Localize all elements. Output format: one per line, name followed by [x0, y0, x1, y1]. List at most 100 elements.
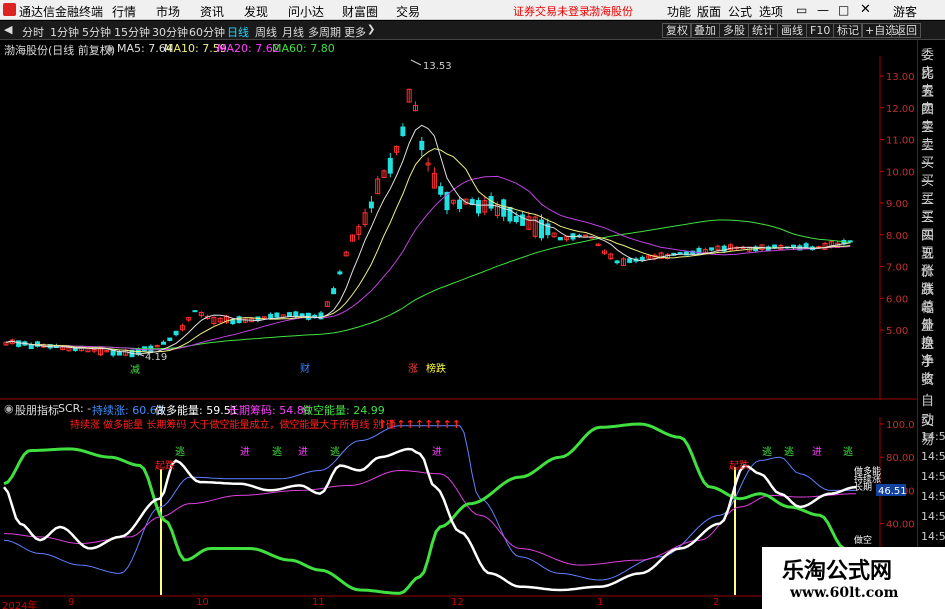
- candle-body: [16, 340, 22, 347]
- btn-huaxian[interactable]: 画线: [777, 23, 807, 38]
- candle-body: [476, 199, 481, 214]
- val-zuoduonengliang: 做多能量: 59.51: [155, 404, 238, 417]
- menu-gongshi[interactable]: 公式: [728, 3, 752, 20]
- event-rise[interactable]: 涨: [408, 363, 418, 375]
- price-tick-label: 8.00: [886, 231, 908, 242]
- minimize-icon[interactable]: ▭: [796, 3, 807, 17]
- candle-body: [287, 312, 292, 317]
- indicator-formula: SCR: -: [58, 402, 92, 415]
- candle-body: [639, 256, 645, 261]
- more-chevron-icon[interactable]: ❯: [367, 24, 375, 35]
- candle-body: [337, 271, 343, 275]
- candle-body: [167, 337, 173, 341]
- signal-label: 逃: [330, 445, 340, 458]
- indicator-tick-label: 100.0: [886, 420, 915, 431]
- candle-body: [614, 260, 620, 264]
- candle-body: [709, 247, 715, 251]
- period-5min[interactable]: 5分钟: [82, 24, 111, 40]
- period-fenshi[interactable]: 分时: [22, 24, 44, 40]
- candle-body: [400, 126, 406, 137]
- title-stock-name: 渤海股份: [589, 5, 633, 18]
- event-fall-list[interactable]: 榜跌: [426, 362, 446, 375]
- candle-body: [627, 258, 633, 263]
- period-monthly[interactable]: 月线: [282, 24, 304, 40]
- menu-banmian[interactable]: 版面: [697, 3, 721, 20]
- high-price-label: 13.53: [423, 61, 452, 72]
- guest-user[interactable]: 游客: [893, 3, 917, 20]
- menu-shichang[interactable]: 市场: [156, 3, 180, 20]
- price-tick-label: 7.00: [886, 263, 908, 274]
- period-daily[interactable]: 日线: [227, 24, 249, 40]
- price-tick-label: 5.00: [886, 326, 908, 337]
- menu-caifuquan[interactable]: 财富圈: [342, 3, 378, 20]
- watermark: 乐淘公式网 www.60lt.com: [762, 547, 945, 609]
- signal-labels: 逃进逃进逃进逃逃进逃: [175, 445, 853, 458]
- candle-body: [576, 234, 582, 237]
- side-item-2[interactable]: 14:56: [921, 470, 945, 483]
- event-reduce[interactable]: 减: [130, 364, 140, 376]
- signal-label: 进: [432, 446, 442, 458]
- side-item-2[interactable]: 14:56: [921, 510, 945, 523]
- period-weekly[interactable]: 周线: [255, 24, 277, 40]
- date-feb: 2: [713, 597, 720, 608]
- close-icon[interactable]: ✕: [860, 2, 871, 17]
- side-item-2[interactable]: 14:56: [921, 490, 945, 503]
- login-notice[interactable]: 证券交易未登录: [513, 3, 590, 19]
- btn-f10[interactable]: F10: [806, 23, 835, 38]
- btn-fanhui[interactable]: 返回: [891, 23, 921, 38]
- date-jan: 1: [597, 597, 604, 608]
- signal-label: 逃: [175, 445, 185, 458]
- menu-hangqing[interactable]: 行情: [112, 3, 136, 20]
- ma60-label: MA60: 7.80: [272, 42, 335, 55]
- btn-duogu[interactable]: 多股: [719, 23, 749, 38]
- app-name: 通达信金融终端: [19, 5, 104, 19]
- period-15min[interactable]: 15分钟: [114, 24, 150, 40]
- watermark-title: 乐淘公式网: [782, 558, 893, 584]
- date-axis: 2024年 9 10 11 12 1 2: [0, 597, 880, 609]
- menu-xuanxiang[interactable]: 选项: [759, 3, 783, 20]
- candle-body: [28, 344, 34, 350]
- toolbar-back-icon[interactable]: ◀: [4, 23, 12, 36]
- menu-faxian[interactable]: 发现: [244, 3, 268, 20]
- period-more[interactable]: 更多: [344, 24, 366, 40]
- indicator-settings-icon[interactable]: ◉: [4, 402, 14, 415]
- side-item-2[interactable]: 14:56: [921, 530, 945, 543]
- price-tick-label: 10.00: [886, 167, 915, 178]
- candle-body: [677, 252, 683, 255]
- candle-body: [274, 312, 280, 318]
- price-tick-label: 6.00: [886, 294, 908, 305]
- kline-chart[interactable]: 13.00 12.00 11.00 10.00 9.00 8.00 7.00 6.00 5.00…: [0, 56, 917, 400]
- btn-fuquan[interactable]: 复权: [662, 23, 692, 38]
- menu-wenxiaoda[interactable]: 问小达: [288, 3, 324, 20]
- period-30min[interactable]: 30分钟: [152, 24, 188, 40]
- period-60min[interactable]: 60分钟: [189, 24, 225, 40]
- ma20-label: MA20: 7.62: [217, 42, 280, 55]
- menu-jiaoyi[interactable]: 交易: [396, 3, 420, 20]
- candle-body: [368, 201, 374, 209]
- btn-biaoji[interactable]: 标记: [833, 23, 863, 38]
- signal-label: 逃: [784, 445, 794, 458]
- indicator-tick-label: 80.00: [886, 453, 915, 464]
- side-item-2[interactable]: 14:56: [921, 450, 945, 463]
- menu-zixun[interactable]: 资讯: [200, 3, 224, 20]
- btn-diejia[interactable]: 叠加: [690, 23, 720, 38]
- restore-icon[interactable]: —: [817, 3, 829, 17]
- event-finance[interactable]: 财: [300, 362, 310, 375]
- date-dec: 12: [451, 597, 464, 608]
- candle-body: [419, 140, 425, 151]
- period-multi[interactable]: 多周期: [308, 24, 341, 40]
- price-tick-label: 9.00: [886, 199, 908, 210]
- app-logo-icon: [3, 3, 16, 16]
- indicator-name[interactable]: 股朋指标: [15, 402, 59, 418]
- maximize-icon[interactable]: □: [838, 3, 849, 17]
- high-pointer: [410, 59, 422, 66]
- menu-gongneng[interactable]: 功能: [667, 3, 691, 20]
- btn-tongji[interactable]: 统计: [748, 23, 778, 38]
- candle-body: [173, 330, 179, 336]
- period-toolbar: ◀ 分时 1分钟 5分钟 15分钟 30分钟 60分钟 日线 周线 月线 多周期…: [0, 21, 945, 40]
- period-1min[interactable]: 1分钟: [50, 24, 79, 40]
- quote-side-panel: 委比卖五卖四卖三卖二卖一买一买二买三买四买五现价涨跌涨幅总量外盘换手净资收益: [917, 40, 945, 406]
- settings-dot-icon[interactable]: ◉: [105, 42, 115, 55]
- date-oct: 10: [196, 597, 209, 608]
- side-item-2[interactable]: 14:56: [921, 430, 945, 443]
